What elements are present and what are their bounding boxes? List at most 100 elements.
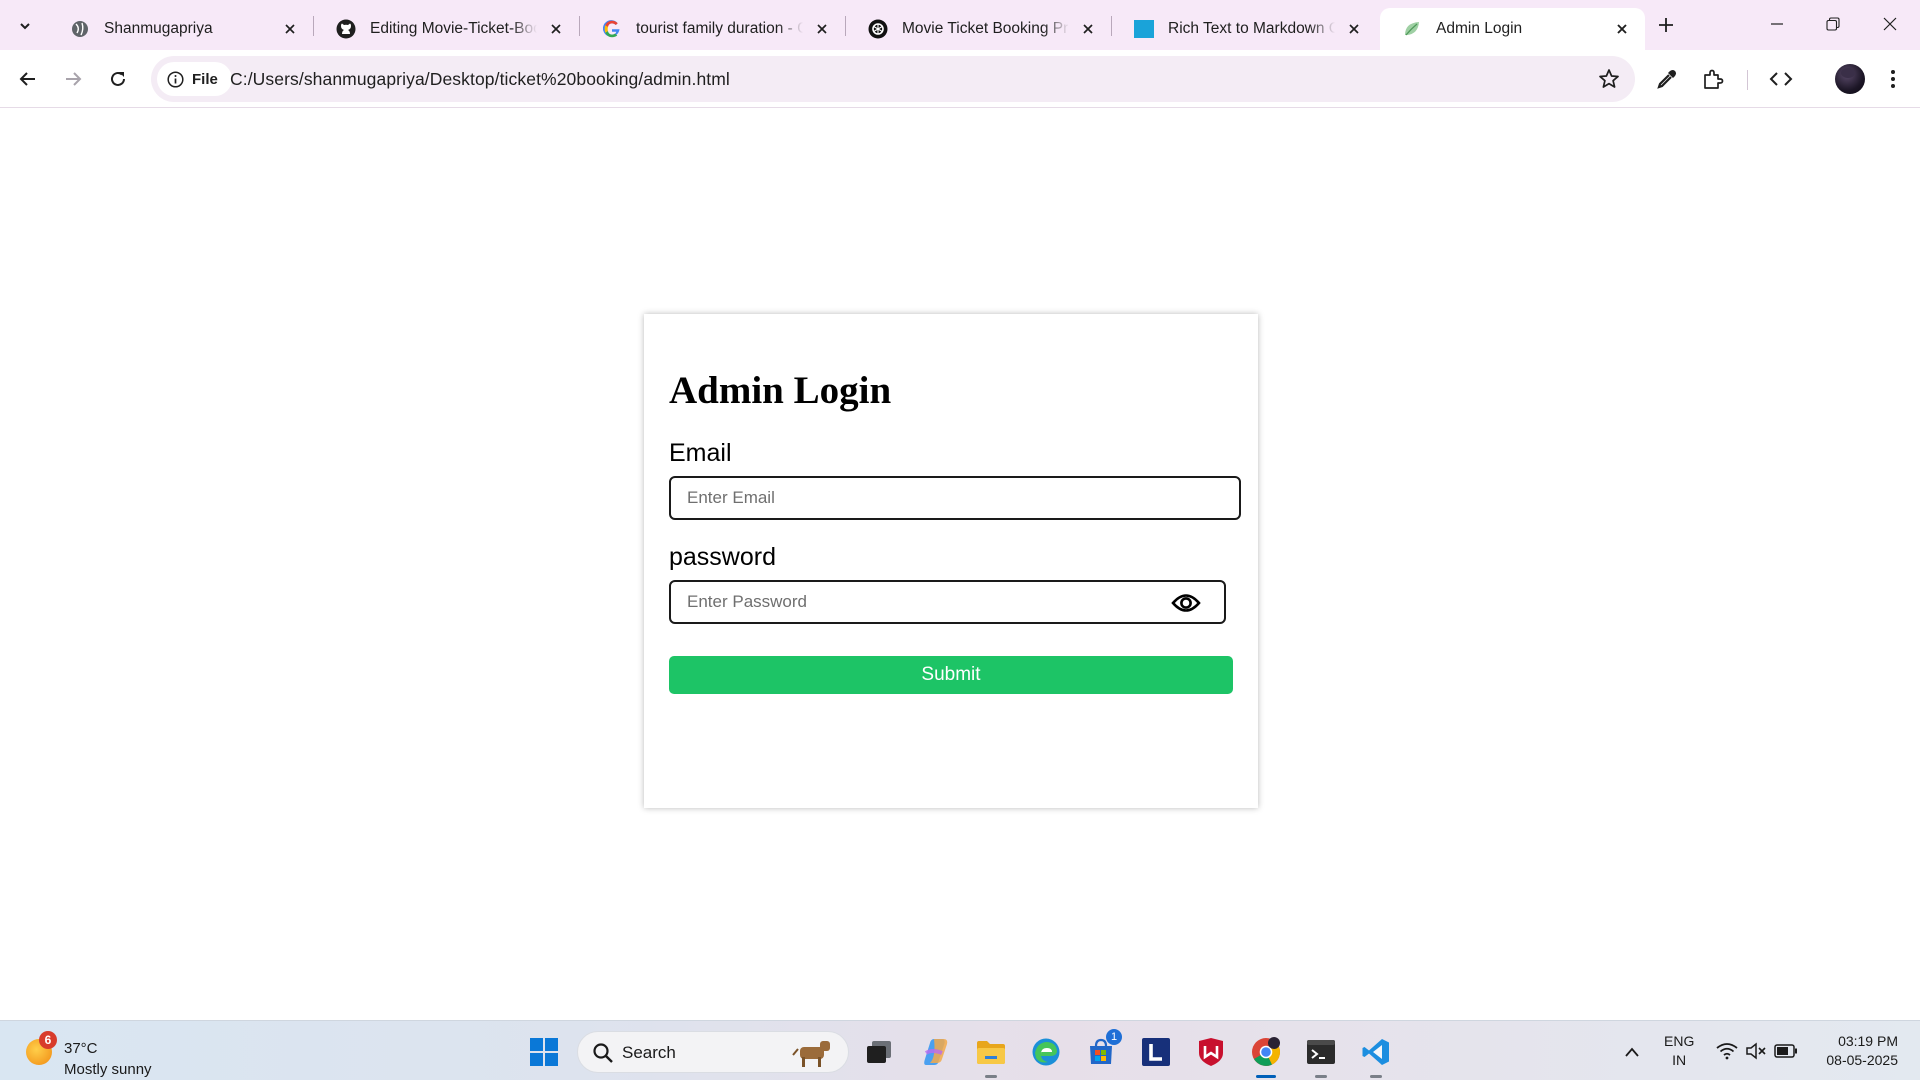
clock-date: 08-05-2025 — [1826, 1052, 1898, 1068]
chevron-down-icon — [20, 23, 30, 30]
reload-button[interactable] — [101, 62, 135, 96]
email-field-wrapper — [669, 476, 1241, 520]
code-icon — [1769, 72, 1793, 86]
tab-github-editing[interactable]: Editing Movie-Ticket-Booking — [314, 8, 579, 50]
tab-strip: Shanmugapriya Editing Movie-Ticket-Booki… — [0, 0, 1920, 50]
eyedropper-extension-button[interactable] — [1650, 62, 1684, 96]
address-bar[interactable]: File C:/Users/shanmugapriya/Desktop/tick… — [151, 56, 1635, 102]
close-tab-icon[interactable] — [545, 18, 567, 40]
profile-avatar[interactable] — [1835, 64, 1865, 94]
restore-icon — [1826, 17, 1840, 31]
eyedropper-icon — [1657, 70, 1676, 89]
password-field-wrapper — [669, 580, 1226, 624]
tab-title: Movie Ticket Booking Project — [902, 20, 1069, 37]
browser-toolbar: File C:/Users/shanmugapriya/Desktop/tick… — [0, 50, 1920, 108]
minimize-button[interactable] — [1749, 0, 1805, 48]
show-hidden-icons-button[interactable] — [1622, 1042, 1642, 1062]
store-badge: 1 — [1106, 1029, 1122, 1045]
submit-button[interactable]: Submit — [669, 656, 1233, 694]
email-label: Email — [669, 439, 732, 467]
language-line2: IN — [1672, 1052, 1687, 1068]
blue-square-icon — [1134, 19, 1154, 39]
close-tab-icon[interactable] — [1077, 18, 1099, 40]
weather-condition: Mostly sunny — [64, 1061, 152, 1078]
site-info-chip[interactable]: File — [157, 62, 232, 96]
file-explorer-app[interactable] — [972, 1033, 1010, 1078]
tab-title: tourist family duration - Google Search — [636, 20, 803, 37]
language-indicator[interactable]: ENG IN — [1664, 1032, 1694, 1070]
tab-google-search[interactable]: tourist family duration - Google Search — [580, 8, 845, 50]
show-password-toggle[interactable] — [1170, 590, 1202, 616]
url-text[interactable]: C:/Users/shanmugapriya/Desktop/ticket%20… — [230, 69, 730, 90]
tab-chatgpt-project[interactable]: Movie Ticket Booking Project — [846, 8, 1111, 50]
chrome-app[interactable] — [1247, 1033, 1285, 1078]
browser-menu-button[interactable] — [1876, 62, 1910, 96]
reload-icon — [111, 71, 125, 86]
active-indicator — [1256, 1075, 1276, 1078]
vscode-icon — [1362, 1039, 1389, 1065]
password-label: password — [669, 543, 776, 571]
copilot-icon — [924, 1039, 948, 1065]
clock[interactable]: 03:19 PM 08-05-2025 — [1808, 1032, 1898, 1070]
password-field[interactable] — [671, 582, 1224, 622]
restore-button[interactable] — [1805, 0, 1861, 48]
terminal-icon — [1307, 1040, 1335, 1064]
copilot-app[interactable] — [917, 1033, 955, 1071]
wifi-status[interactable] — [1714, 1039, 1740, 1063]
arrow-right-icon — [66, 72, 82, 86]
tab-title: Shanmugapriya — [104, 20, 213, 37]
battery-status[interactable] — [1773, 1039, 1799, 1063]
login-card: Admin Login Email password Submit — [644, 314, 1258, 808]
volume-muted-icon — [1746, 1042, 1766, 1060]
shield-icon — [1199, 1038, 1223, 1066]
email-field[interactable] — [671, 478, 1239, 518]
start-button[interactable] — [525, 1033, 563, 1071]
leaf-icon — [1402, 19, 1422, 39]
extensions-button[interactable] — [1696, 62, 1730, 96]
taskbar-search[interactable]: Search — [577, 1031, 849, 1073]
tab-search-button[interactable] — [10, 11, 40, 41]
forward-button[interactable] — [56, 62, 90, 96]
search-label: Search — [622, 1043, 676, 1062]
task-view-icon — [867, 1041, 891, 1063]
bookmark-star-button[interactable] — [1597, 67, 1621, 91]
close-tab-icon[interactable] — [811, 18, 833, 40]
github-icon — [336, 19, 356, 39]
running-indicator — [985, 1075, 997, 1078]
info-icon — [167, 70, 184, 88]
microsoft-store-app[interactable]: 1 — [1082, 1029, 1122, 1071]
devtools-button[interactable] — [1764, 62, 1798, 96]
tab-shanmugapriya[interactable]: Shanmugapriya — [48, 8, 313, 50]
back-button[interactable] — [11, 62, 45, 96]
page-title: Admin Login — [669, 369, 892, 412]
close-icon — [1883, 17, 1897, 31]
folder-icon — [977, 1041, 1005, 1064]
chatgpt-icon — [868, 19, 888, 39]
google-icon — [602, 19, 622, 39]
tab-title: Rich Text to Markdown Converter — [1168, 20, 1335, 37]
tab-title: Editing Movie-Ticket-Booking — [370, 20, 537, 37]
close-tab-icon[interactable] — [279, 18, 301, 40]
wifi-icon — [1716, 1043, 1738, 1060]
edge-app[interactable] — [1027, 1033, 1065, 1071]
star-icon — [1599, 69, 1619, 88]
mcafee-app[interactable] — [1192, 1033, 1230, 1071]
task-view-button[interactable] — [860, 1033, 898, 1071]
tab-admin-login[interactable]: Admin Login — [1380, 8, 1645, 50]
chevron-up-icon — [1625, 1047, 1639, 1057]
close-tab-icon[interactable] — [1343, 18, 1365, 40]
weather-widget[interactable]: 6 37°C Mostly sunny — [24, 1031, 204, 1078]
battery-icon — [1774, 1044, 1797, 1058]
close-window-button[interactable] — [1862, 0, 1918, 48]
terminal-app[interactable] — [1302, 1033, 1340, 1078]
weather-badge: 6 — [39, 1031, 57, 1049]
minimize-icon — [1771, 23, 1783, 25]
new-tab-button[interactable] — [1651, 10, 1681, 40]
weather-temperature: 37°C — [64, 1040, 98, 1057]
l-app[interactable] — [1137, 1033, 1175, 1071]
close-tab-icon[interactable] — [1611, 18, 1633, 40]
volume-status[interactable] — [1744, 1039, 1768, 1063]
vscode-app[interactable] — [1357, 1033, 1395, 1078]
tab-rich-text-markdown[interactable]: Rich Text to Markdown Converter — [1112, 8, 1377, 50]
tab-title: Admin Login — [1436, 20, 1523, 37]
